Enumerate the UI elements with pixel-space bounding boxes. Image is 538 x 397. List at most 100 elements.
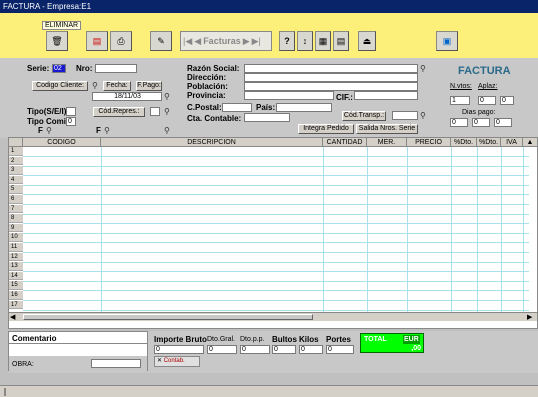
table-row bbox=[23, 156, 529, 157]
col-header-dto1[interactable]: %Dto. bbox=[451, 138, 477, 147]
table-row bbox=[23, 261, 529, 263]
aplaz-field[interactable]: 0 bbox=[478, 96, 496, 105]
row-number[interactable]: 16 bbox=[9, 291, 23, 300]
row-number[interactable]: 13 bbox=[9, 262, 23, 271]
codigo-cliente-button[interactable]: Codigo Cliente: bbox=[32, 81, 88, 91]
grid-scroll-up[interactable]: ▲ bbox=[523, 138, 538, 147]
tipo-field[interactable] bbox=[66, 107, 76, 116]
row-number[interactable]: 8 bbox=[9, 214, 23, 223]
sort-button[interactable]: ↕ bbox=[297, 31, 313, 51]
serie-field[interactable]: 02 bbox=[52, 64, 66, 73]
row-number[interactable]: 15 bbox=[9, 281, 23, 290]
cod-repres-field[interactable] bbox=[150, 107, 160, 116]
last-record-icon[interactable]: ▶| bbox=[252, 36, 261, 47]
total-box: TOTAL EUR ,00 bbox=[360, 333, 424, 353]
dto-pp-field[interactable]: 0 bbox=[240, 345, 270, 354]
row-number[interactable]: 4 bbox=[9, 175, 23, 185]
dto-gral-field[interactable]: 0 bbox=[207, 345, 237, 354]
direccion-field[interactable] bbox=[244, 73, 418, 82]
fpago-button[interactable]: F.Pago: bbox=[136, 81, 162, 91]
exit-button[interactable]: ⏏ bbox=[358, 31, 376, 51]
grid-corner bbox=[9, 138, 23, 147]
horizontal-scrollbar[interactable]: ◀ ▶ bbox=[9, 312, 537, 321]
prev-record-icon[interactable]: ◀ bbox=[194, 36, 201, 47]
calc-button[interactable]: ▣ bbox=[436, 31, 458, 51]
status-bar bbox=[0, 385, 538, 397]
row-number[interactable]: 12 bbox=[9, 252, 23, 262]
cod-transp-field[interactable] bbox=[392, 111, 418, 120]
nro-field[interactable] bbox=[95, 64, 137, 73]
pais-field[interactable] bbox=[276, 103, 332, 112]
f1-search-icon[interactable]: ⚲ bbox=[46, 126, 55, 135]
first-record-icon[interactable]: |◀ bbox=[183, 36, 192, 47]
col-header-cantidad[interactable]: CANTIDAD bbox=[323, 138, 367, 147]
footer-panel: Comentario OBRA: Importe Bruto Dto.Gral.… bbox=[8, 331, 538, 373]
col-header-dto2[interactable]: %Dto. bbox=[477, 138, 501, 147]
table-button[interactable]: ▤ bbox=[333, 31, 349, 51]
grid-button[interactable]: ▦ bbox=[315, 31, 331, 51]
row-number[interactable]: 11 bbox=[9, 243, 23, 252]
comis-search-icon[interactable]: ⚲ bbox=[164, 126, 173, 135]
row-number[interactable]: 14 bbox=[9, 271, 23, 281]
importe-bruto-label: Importe Bruto bbox=[154, 335, 207, 344]
row-number[interactable]: 6 bbox=[9, 195, 23, 204]
col-header-codigo[interactable]: CODIGO bbox=[23, 138, 101, 147]
scroll-left-icon[interactable]: ◀ bbox=[10, 313, 15, 321]
contab-checkbox[interactable]: ✕ Contab. bbox=[154, 356, 200, 367]
fpago-search-icon[interactable]: ⚲ bbox=[164, 92, 173, 101]
dias3-field[interactable]: 0 bbox=[494, 118, 512, 127]
salida-nros-serie-button[interactable]: Salida Nros. Serie bbox=[356, 124, 418, 134]
aplaz2-field[interactable]: 0 bbox=[500, 96, 514, 105]
next-record-icon[interactable]: ▶ bbox=[243, 36, 250, 47]
row-number[interactable]: 5 bbox=[9, 185, 23, 194]
bultos-field[interactable]: 0 bbox=[272, 345, 296, 354]
col-header-descripcion[interactable]: DESCRIPCION bbox=[101, 138, 323, 147]
fecha-button[interactable]: Fecha: bbox=[103, 81, 131, 91]
scroll-thumb[interactable] bbox=[23, 314, 313, 320]
dias2-field[interactable]: 0 bbox=[472, 118, 490, 127]
nvtos-field[interactable]: 1 bbox=[450, 96, 470, 105]
col-header-iva[interactable]: IVA bbox=[501, 138, 523, 147]
search-icon[interactable]: ⚲ bbox=[92, 81, 101, 90]
scroll-right-icon[interactable]: ▶ bbox=[527, 313, 532, 321]
comentario-box[interactable]: Comentario OBRA: bbox=[8, 331, 148, 372]
tipo-comis-field[interactable]: 0 bbox=[66, 117, 76, 126]
row-number[interactable]: 9 bbox=[9, 223, 23, 233]
row-number[interactable]: 7 bbox=[9, 204, 23, 214]
transp-search-icon[interactable]: ⚲ bbox=[420, 111, 429, 120]
provincia-field[interactable] bbox=[244, 91, 334, 100]
cif-field[interactable] bbox=[354, 91, 418, 100]
poblacion-field[interactable] bbox=[244, 82, 418, 91]
fecha-field[interactable]: 18/11/03 bbox=[92, 92, 162, 101]
integra-pedido-button[interactable]: Integra Pedido bbox=[298, 124, 354, 134]
dias1-field[interactable]: 0 bbox=[450, 118, 468, 127]
row-number[interactable]: 1 bbox=[9, 147, 23, 156]
portes-field[interactable]: 0 bbox=[326, 345, 354, 354]
help-button[interactable]: ? bbox=[279, 31, 295, 51]
razon-social-field[interactable] bbox=[244, 64, 418, 73]
contab-label: Contab. bbox=[163, 358, 185, 364]
repres-search-icon[interactable]: ⚲ bbox=[164, 107, 173, 116]
razon-search-icon[interactable]: ⚲ bbox=[420, 64, 429, 73]
col-header-precio[interactable]: PRECIO bbox=[407, 138, 451, 147]
row-number[interactable]: 2 bbox=[9, 156, 23, 166]
lines-grid[interactable]: CODIGO DESCRIPCION CANTIDAD MER. PRECIO … bbox=[8, 137, 538, 329]
row-number[interactable]: 17 bbox=[9, 300, 23, 310]
edit-button[interactable]: ✎ bbox=[150, 31, 172, 51]
cod-transp-button[interactable]: Cód.Transp.: bbox=[342, 111, 386, 121]
table-row bbox=[23, 213, 529, 215]
kilos-field[interactable]: 0 bbox=[299, 345, 323, 354]
f2-search-icon[interactable]: ⚲ bbox=[104, 126, 113, 135]
col-divider bbox=[451, 147, 452, 312]
print-button[interactable]: ⎙ bbox=[110, 31, 132, 51]
obra-field[interactable] bbox=[91, 359, 141, 368]
row-number[interactable]: 3 bbox=[9, 166, 23, 175]
cod-repres-button[interactable]: Cód.Repres.: bbox=[93, 107, 145, 117]
row-number[interactable]: 10 bbox=[9, 233, 23, 242]
cta-contable-field[interactable] bbox=[244, 113, 290, 122]
cpostal-field[interactable] bbox=[222, 103, 252, 112]
delete-button[interactable]: 🗑 bbox=[46, 31, 68, 51]
col-header-mer[interactable]: MER. bbox=[367, 138, 407, 147]
calculator-button[interactable]: ▤ bbox=[86, 31, 108, 51]
table-row bbox=[23, 300, 529, 301]
